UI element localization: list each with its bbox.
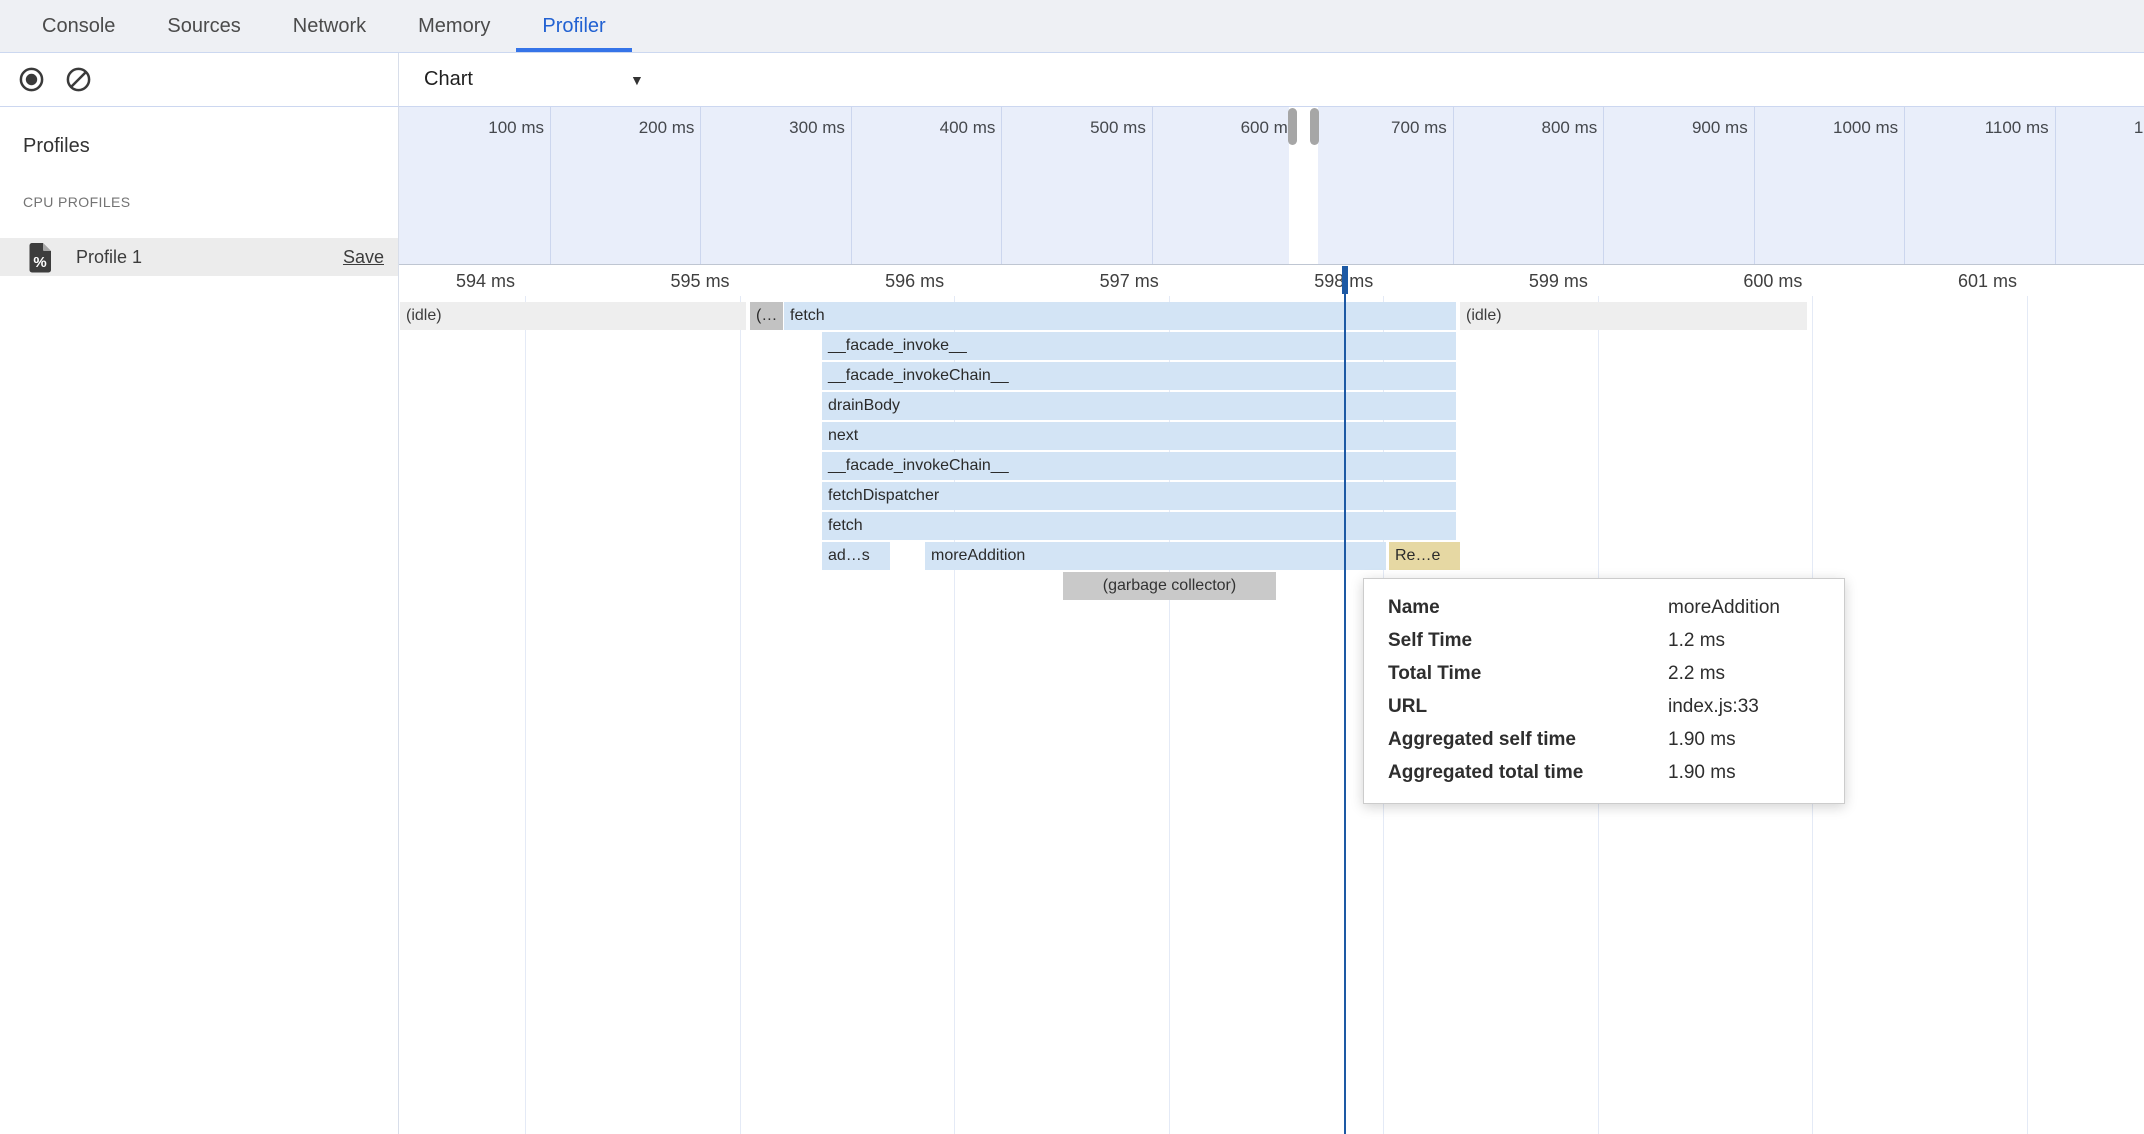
detail-gridline [740, 296, 741, 1134]
ruler-tick-label: 595 ms [560, 271, 730, 292]
overview-tick-label: 500 ms [996, 118, 1146, 138]
playhead-handle[interactable] [1342, 266, 1348, 294]
detail-gridline [2027, 296, 2028, 1134]
tooltip-row-value: index.js:33 [1668, 690, 1820, 723]
save-profile-link[interactable]: Save [343, 247, 384, 268]
flame-bar[interactable]: fetch [784, 302, 1456, 330]
sidebar: Profiles CPU PROFILES % Profile 1 Save [0, 107, 399, 1134]
tab-bar: ConsoleSourcesNetworkMemoryProfiler [0, 0, 2144, 53]
tooltip-row-label: Aggregated total time [1388, 756, 1668, 789]
flame-bar[interactable]: __facade_invokeChain__ [822, 452, 1456, 480]
profiler-toolbar: Chart ▼ [399, 53, 2144, 107]
overview-tick-label: 200 ms [544, 118, 694, 138]
flame-bar[interactable]: __facade_invoke__ [822, 332, 1456, 360]
tooltip-row: NamemoreAddition [1388, 591, 1820, 624]
tooltip-row: Self Time1.2 ms [1388, 624, 1820, 657]
overview-tick-label: 1100 ms [1899, 118, 2049, 138]
overview-tick-label: 100 ms [399, 118, 544, 138]
tooltip-row-label: Self Time [1388, 624, 1668, 657]
overview-tick-label: 900 ms [1598, 118, 1748, 138]
tab-console[interactable]: Console [16, 0, 141, 52]
tooltip-row-value: 1.90 ms [1668, 756, 1820, 789]
profile-name: Profile 1 [76, 247, 343, 268]
tooltip-row-value: moreAddition [1668, 591, 1820, 624]
overview-tick-label: 800 ms [1447, 118, 1597, 138]
ruler-tick-label: 600 ms [1632, 271, 1802, 292]
tooltip-row-label: Aggregated self time [1388, 723, 1668, 756]
profiles-header: Profiles [23, 135, 90, 158]
cpu-activity-spike [1435, 246, 1444, 264]
cpu-activity-spike [1293, 246, 1302, 264]
overview-tick-label: 1200 ms [2049, 118, 2144, 138]
flame-bar[interactable]: ad…s [822, 542, 890, 570]
profile-document-icon: % [28, 242, 53, 273]
flame-bar[interactable]: (garbage collector) [1063, 572, 1276, 600]
svg-text:%: % [33, 254, 46, 271]
chevron-down-icon: ▼ [630, 72, 644, 88]
tab-sources[interactable]: Sources [141, 0, 266, 52]
overview-tick-label: 700 ms [1297, 118, 1447, 138]
ruler-tick-label: 601 ms [1847, 271, 2017, 292]
timeline-overview[interactable]: 100 ms200 ms300 ms400 ms500 ms600 ms700 … [399, 107, 2144, 265]
flame-bar[interactable]: __facade_invokeChain__ [822, 362, 1456, 390]
clear-icon [65, 66, 92, 93]
overview-tick-label: 400 ms [845, 118, 995, 138]
flame-bar[interactable]: (idle) [1460, 302, 1807, 330]
cpu-profiles-section-label: CPU PROFILES [23, 194, 131, 210]
flame-bar[interactable]: drainBody [822, 392, 1456, 420]
flame-bar[interactable]: next [822, 422, 1456, 450]
tab-network[interactable]: Network [267, 0, 392, 52]
tab-memory[interactable]: Memory [392, 0, 516, 52]
overview-tick-label: 600 ms [1146, 118, 1296, 138]
tooltip-row-value: 2.2 ms [1668, 657, 1820, 690]
flame-bar[interactable]: moreAddition [925, 542, 1386, 570]
tooltip-row: Total Time2.2 ms [1388, 657, 1820, 690]
flame-bar[interactable]: (… [750, 302, 783, 330]
flame-bar[interactable]: Re…e [1389, 542, 1460, 570]
sidebar-item-profile-1[interactable]: % Profile 1 Save [0, 238, 398, 276]
sidebar-toolbar [0, 53, 399, 107]
frame-tooltip: NamemoreAdditionSelf Time1.2 msTotal Tim… [1363, 578, 1845, 804]
tooltip-row-value: 1.90 ms [1668, 723, 1820, 756]
record-icon [18, 66, 45, 93]
overview-tick-label: 300 ms [695, 118, 845, 138]
ruler-tick-label: 598 ms [1203, 271, 1373, 292]
ruler-tick-label: 596 ms [774, 271, 944, 292]
tooltip-row: Aggregated total time1.90 ms [1388, 756, 1820, 789]
flame-bar[interactable]: fetchDispatcher [822, 482, 1456, 510]
tooltip-row: Aggregated self time1.90 ms [1388, 723, 1820, 756]
record-button[interactable] [18, 66, 45, 93]
tab-profiler[interactable]: Profiler [516, 0, 631, 52]
selection-handle-left[interactable] [1288, 108, 1297, 145]
detail-gridline [525, 296, 526, 1134]
clear-button[interactable] [65, 66, 92, 93]
devtools-window: ConsoleSourcesNetworkMemoryProfiler Prof… [0, 0, 2144, 1134]
tooltip-row: URLindex.js:33 [1388, 690, 1820, 723]
tooltip-row-value: 1.2 ms [1668, 624, 1820, 657]
selection-handle-right[interactable] [1310, 108, 1319, 145]
ruler-tick-label: 599 ms [1418, 271, 1588, 292]
tooltip-row-label: Name [1388, 591, 1668, 624]
overview-tick-label: 1000 ms [1748, 118, 1898, 138]
flame-bar[interactable]: fetch [822, 512, 1456, 540]
view-mode-value[interactable]: Chart [424, 53, 473, 106]
ruler-tick-label: 597 ms [989, 271, 1159, 292]
tooltip-row-label: Total Time [1388, 657, 1668, 690]
flame-bar[interactable]: (idle) [400, 302, 746, 330]
tooltip-row-label: URL [1388, 690, 1668, 723]
